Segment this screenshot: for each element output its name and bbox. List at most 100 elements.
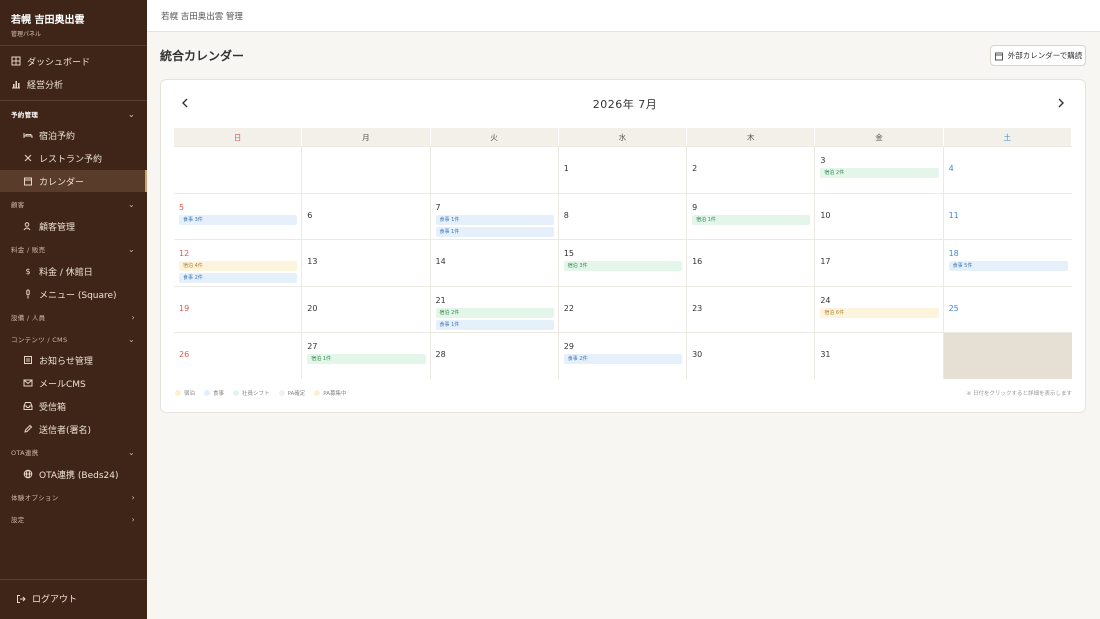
utensils-icon <box>23 153 33 163</box>
calendar-day-cell[interactable]: 6 <box>302 193 431 239</box>
sidebar-item-restaurant[interactable]: レストラン予約 <box>0 147 147 169</box>
sidebar-item-dashboard[interactable]: ダッシュボード <box>0 50 147 72</box>
sidebar-item-rates[interactable]: $ 料金 / 休館日 <box>0 260 147 282</box>
sidebar-group-facilities[interactable]: 設備 / 人員 › <box>0 308 147 326</box>
calendar-day-cell[interactable]: 14 <box>431 240 559 286</box>
sidebar-item-analytics[interactable]: 経営分析 <box>0 73 147 95</box>
calendar-day-cell[interactable]: 27 宿泊 1件 <box>302 333 431 379</box>
sidebar-item-senders[interactable]: 送信者(署名) <box>0 418 147 440</box>
calendar-day-cell[interactable]: 24 宿泊 6件 <box>815 286 944 332</box>
event-badge[interactable]: 宿泊 1件 <box>692 214 811 225</box>
sidebar-item-label: 顧客管理 <box>39 222 76 233</box>
calendar-day-cell[interactable]: 28 <box>431 333 559 379</box>
calendar-day-cell[interactable]: 21 宿泊 2件 食事 1件 <box>431 286 559 332</box>
calendar-day-cell <box>431 147 559 193</box>
event-badge[interactable]: 食事 5件 <box>948 261 1068 271</box>
subscribe-button-label: 外部カレンダーで購読 <box>1007 51 1083 60</box>
next-month-button[interactable] <box>1054 95 1068 111</box>
sidebar-item-inbox[interactable]: 受信箱 <box>0 395 147 417</box>
event-badge[interactable]: 宿泊 4件 <box>179 261 298 271</box>
calendar-day-cell[interactable]: 4 <box>944 147 1072 193</box>
calendar-day-cell[interactable]: 25 <box>944 287 1072 333</box>
sidebar-group-ota[interactable]: OTA連携 ⌄ <box>0 443 147 461</box>
event-badge[interactable]: 食事 2件 <box>179 273 298 283</box>
calendar-day-cell[interactable]: 12 宿泊 4件 食事 2件 <box>174 240 303 286</box>
event-badge[interactable]: 食事 2件 <box>563 354 683 364</box>
sidebar-item-label: ダッシュボード <box>27 57 91 68</box>
calendar-day-cell[interactable]: 23 <box>687 286 816 332</box>
pen-icon <box>23 424 33 434</box>
globe-icon <box>23 469 33 479</box>
logout-button[interactable]: ログアウト <box>16 592 77 605</box>
calendar-day-cell[interactable]: 8 <box>559 193 688 239</box>
calendar-day-cell[interactable]: 20 <box>302 286 431 332</box>
calendar-day-cell[interactable]: 15 宿泊 3件 <box>559 240 688 286</box>
legend-item: PA募集中 <box>314 389 347 397</box>
calendar-day-cell[interactable]: 2 <box>687 147 816 193</box>
day-number: 29 <box>563 342 574 351</box>
chevron-left-icon <box>182 98 188 108</box>
sidebar-item-lodging[interactable]: 宿泊予約 <box>0 124 147 146</box>
calendar-day-cell[interactable]: 26 <box>174 333 303 379</box>
sidebar-group-reservations[interactable]: 予約管理 ⌄ <box>0 105 147 123</box>
calendar-day-cell[interactable]: 5 食事 3件 <box>174 193 303 239</box>
event-badge[interactable]: 宿泊 2件 <box>435 307 554 318</box>
sidebar-item-ota-beds24[interactable]: OTA連携 (Beds24) <box>0 463 147 485</box>
calendar-day-cell[interactable]: 31 <box>815 333 944 379</box>
calendar-week-row: 5 食事 3件 6 7 食事 1件 食事 1件 8 9 宿泊 1件 10 11 <box>174 192 1072 240</box>
calendar-day-cell[interactable]: 17 <box>815 240 944 286</box>
day-number: 6 <box>307 210 313 220</box>
sidebar-group-pricing[interactable]: 料金 / 販売 ⌄ <box>0 240 147 258</box>
sidebar-item-mail-cms[interactable]: メールCMS <box>0 372 147 394</box>
event-badge[interactable]: 食事 1件 <box>435 226 554 237</box>
sidebar-item-news[interactable]: お知らせ管理 <box>0 349 147 371</box>
calendar-day-cell[interactable]: 3 宿泊 2件 <box>815 147 944 193</box>
logout-label: ログアウト <box>32 595 78 605</box>
sidebar-group-experience[interactable]: 体験オプション › <box>0 488 147 506</box>
day-number: 23 <box>692 303 703 313</box>
calendar-day-cell[interactable]: 19 <box>174 286 303 332</box>
calendar-day-cell[interactable]: 9 宿泊 1件 <box>687 193 816 239</box>
calendar-day-cell <box>943 333 1072 379</box>
calendar-day-cell[interactable]: 29 食事 2件 <box>559 333 688 379</box>
sidebar-group-settings[interactable]: 設定 › <box>0 510 147 528</box>
legend-label: PA募集中 <box>323 391 347 397</box>
calendar-day-cell[interactable]: 7 食事 1件 食事 1件 <box>431 193 559 239</box>
event-badge[interactable]: 宿泊 1件 <box>307 354 426 364</box>
calendar-legend: 宿泊 食事 社員シフト PA確定 PA募集中 <box>175 389 356 397</box>
day-number: 14 <box>435 257 446 266</box>
calendar-day-cell[interactable]: 13 <box>302 240 431 286</box>
sidebar-item-customers[interactable]: 顧客管理 <box>0 215 147 237</box>
calendar-week-row: 12 宿泊 4件 食事 2件 13 14 15 宿泊 3件 16 17 18 食事 5件 <box>174 239 1072 286</box>
day-of-week-label: 土 <box>944 128 1072 146</box>
day-number: 21 <box>435 295 446 305</box>
calendar-day-cell[interactable]: 11 <box>944 194 1072 240</box>
calendar-icon <box>994 51 1004 61</box>
event-badge[interactable]: 食事 1件 <box>435 214 554 225</box>
calendar-day-cell <box>174 147 303 193</box>
sidebar-item-label: 送信者(署名) <box>39 425 92 436</box>
sidebar-item-menu[interactable]: メニュー (Square) <box>0 283 147 305</box>
event-badge[interactable]: 宿泊 2件 <box>820 168 939 178</box>
prev-month-button[interactable] <box>178 95 192 111</box>
event-badge[interactable]: 宿泊 3件 <box>563 261 683 271</box>
legend-item: 食事 <box>204 389 224 397</box>
calendar-day-cell[interactable]: 16 <box>687 240 816 286</box>
event-badge[interactable]: 宿泊 6件 <box>820 307 939 318</box>
event-badge[interactable]: 食事 3件 <box>179 214 298 225</box>
sidebar-group-content[interactable]: コンテンツ / CMS ⌄ <box>0 330 147 348</box>
event-badge[interactable]: 食事 1件 <box>435 319 554 330</box>
day-number: 11 <box>948 210 959 220</box>
day-of-week-label: 月 <box>302 128 431 146</box>
calendar-day-cell[interactable]: 30 <box>687 333 816 379</box>
calendar-day-cell[interactable]: 10 <box>815 193 944 239</box>
calendar-day-cell[interactable]: 1 <box>559 147 688 193</box>
subscribe-external-calendar-button[interactable]: 外部カレンダーで購読 <box>990 45 1086 66</box>
sidebar-group-customers[interactable]: 顧客 ⌄ <box>0 195 147 213</box>
calendar-day-cell[interactable]: 18 食事 5件 <box>944 240 1072 286</box>
calendar-day-cell[interactable]: 22 <box>559 286 688 332</box>
sidebar-item-calendar[interactable]: カレンダー <box>0 170 147 192</box>
day-number: 5 <box>179 202 185 212</box>
calendar-week-row: 26 27 宿泊 1件 28 29 食事 2件 30 31 <box>174 332 1072 379</box>
day-number: 20 <box>307 303 318 313</box>
